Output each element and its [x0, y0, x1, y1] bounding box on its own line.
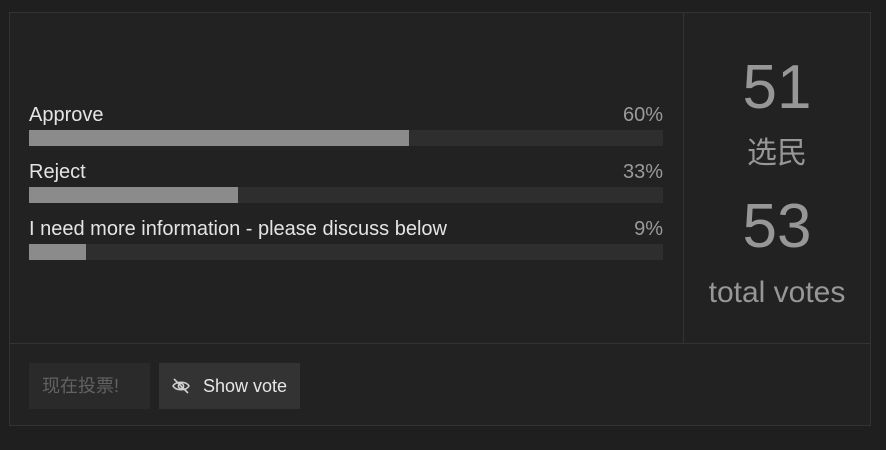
- option-bar-track: [29, 187, 663, 203]
- option-label: Approve: [29, 104, 104, 126]
- show-vote-label: Show vote: [203, 376, 288, 396]
- vote-now-label: 现在投票!: [42, 376, 120, 396]
- option-percent: 33%: [622, 161, 663, 183]
- poll-option-approve: Approve 60%: [29, 103, 663, 153]
- poll-widget: Approve 60% Reject 33% I need more infor…: [9, 12, 871, 426]
- option-bar-fill: [29, 130, 410, 146]
- option-label: Reject: [29, 161, 86, 183]
- option-label: I need more information - please discuss…: [29, 218, 447, 240]
- option-bar-track: [29, 130, 663, 146]
- option-bar-fill: [29, 187, 239, 203]
- voters-label: 选民: [747, 137, 807, 170]
- poll-results: Approve 60% Reject 33% I need more infor…: [10, 13, 683, 343]
- option-percent: 9%: [634, 218, 663, 240]
- option-percent: 60%: [622, 104, 663, 126]
- vote-now-button[interactable]: 现在投票!: [29, 363, 150, 409]
- poll-option-reject: Reject 33%: [29, 160, 663, 210]
- poll-stats: 51 选民 53 total votes: [683, 13, 870, 343]
- poll-option-more-info: I need more information - please discuss…: [29, 217, 663, 267]
- option-bar-track: [29, 244, 663, 260]
- show-vote-button[interactable]: Show vote: [159, 363, 300, 409]
- poll-footer: 现在投票! Show vote: [10, 343, 870, 425]
- voters-count: 51: [742, 53, 812, 122]
- total-votes-label: total votes: [708, 276, 846, 309]
- option-bar-fill: [29, 244, 87, 260]
- total-votes-count: 53: [742, 192, 812, 261]
- eye-slash-icon: [171, 366, 191, 394]
